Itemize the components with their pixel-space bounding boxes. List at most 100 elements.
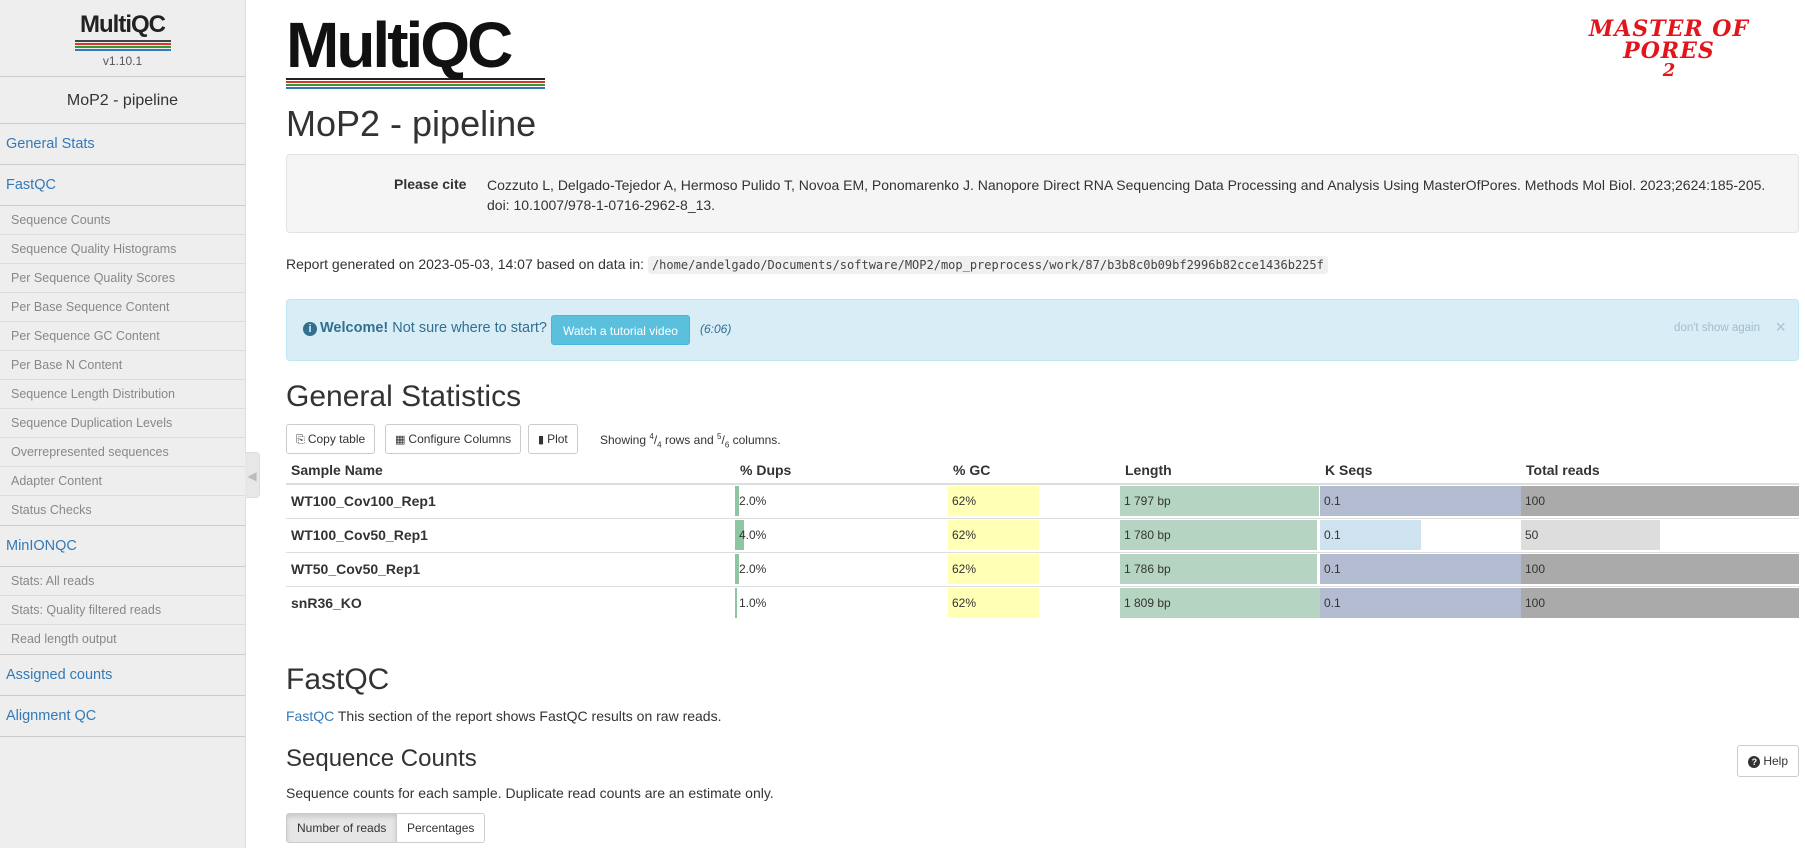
length-value: 1 786 bp [1124, 562, 1171, 576]
dups-value: 2.0% [739, 562, 767, 576]
logo-bars [74, 40, 171, 51]
welcome-text: Not sure where to start? [392, 320, 548, 336]
copy-table-button[interactable]: ⎘ Copy table [286, 424, 376, 454]
length-value: 1 797 bp [1124, 494, 1171, 509]
col-header-kseqs[interactable]: K Seqs [1320, 456, 1521, 485]
table-row: snR36_KO 1.0% 62% 1 809 bp 0.1 100 [286, 585, 1799, 620]
sidebar-logo[interactable]: MultiQC v1.10.1 [0, 0, 245, 77]
header: MultiQC MASTER OF PORES 2 [286, 0, 1799, 100]
gc-value: 62% [952, 528, 977, 542]
citation-text: Cozzuto L, Delgado-Tejedor A, Hermoso Pu… [487, 177, 1766, 213]
col-header-gc[interactable]: % GC [948, 456, 1120, 485]
col-header-length[interactable]: Length [1120, 456, 1320, 485]
percentages-toggle[interactable]: Percentages [396, 813, 486, 843]
sidebar-subitem[interactable]: Sequence Duplication Levels [0, 409, 245, 438]
total-reads-value: 50 [1525, 528, 1539, 542]
info-icon: i [303, 322, 317, 336]
kseqs-value: 0.1 [1324, 494, 1341, 509]
number-of-reads-toggle[interactable]: Number of reads [286, 813, 398, 843]
total-reads-value: 100 [1525, 562, 1546, 576]
tutorial-duration: (6:06) [700, 322, 732, 336]
general-stats-table: Sample Name % Dups % GC Length K Seqs To… [286, 456, 1799, 620]
table-row: WT50_Cov50_Rep1 2.0% 62% 1 786 bp 0.1 100 [286, 551, 1799, 586]
sidebar-subitem[interactable]: Status Checks [0, 496, 245, 525]
sequence-counts-description: Sequence counts for each sample. Duplica… [286, 785, 774, 801]
dups-value: 1.0% [739, 596, 767, 611]
col-header-sample[interactable]: Sample Name [286, 456, 735, 485]
sidebar-item-alignment-qc[interactable]: Alignment QC [0, 696, 245, 737]
table-header-row: Sample Name % Dups % GC Length K Seqs To… [286, 456, 1799, 485]
col-header-dups[interactable]: % Dups [735, 456, 948, 485]
citation-box: Please cite Cozzuto L, Delgado-Tejedor A… [286, 154, 1799, 233]
sidebar-subnav-minionqc: Stats: All reads Stats: Quality filtered… [0, 567, 245, 655]
report-generated-line: Report generated on 2023-05-03, 14:07 ba… [286, 256, 1328, 274]
sidebar-item-minionqc[interactable]: MinIONQC [0, 526, 245, 567]
kseqs-value: 0.1 [1324, 528, 1341, 542]
tutorial-video-button[interactable]: Watch a tutorial video [551, 315, 690, 345]
dont-show-again-link[interactable]: don't show again [1674, 322, 1760, 334]
general-stats-title: General Statistics [286, 380, 522, 413]
multiqc-logo[interactable]: MultiQC [286, 9, 545, 90]
sidebar-subitem[interactable]: Sequence Quality Histograms [0, 235, 245, 264]
sidebar: MultiQC v1.10.1 MoP2 - pipeline General … [0, 0, 246, 848]
sample-name: WT100_Cov50_Rep1 [286, 517, 735, 552]
page-title: MoP2 - pipeline [286, 103, 537, 144]
gc-value: 62% [952, 562, 977, 576]
main-content: MultiQC MASTER OF PORES 2 MoP2 - pipelin… [286, 0, 1799, 848]
sidebar-subitem[interactable]: Stats: Quality filtered reads [0, 596, 245, 625]
bar-chart-icon: ▮ [538, 434, 545, 446]
dups-value: 4.0% [739, 528, 767, 542]
fastqc-section-title: FastQC [286, 663, 390, 696]
dups-value: 2.0% [739, 494, 767, 509]
sidebar-subitem[interactable]: Adapter Content [0, 467, 245, 496]
sidebar-item-assigned-counts[interactable]: Assigned counts [0, 655, 245, 696]
sidebar-subitem[interactable]: Read length output [0, 625, 245, 654]
data-path: /home/andelgado/Documents/software/MOP2/… [647, 256, 1328, 274]
fastqc-description: FastQC This section of the report shows … [286, 708, 722, 724]
total-reads-value: 100 [1525, 494, 1546, 509]
sidebar-collapse-toggle[interactable]: ◀ [245, 452, 260, 498]
sidebar-subitem[interactable]: Overrepresented sequences [0, 438, 245, 467]
configure-columns-button[interactable]: ▦ Configure Columns [385, 424, 522, 454]
gc-value: 62% [952, 596, 977, 611]
version-label: v1.10.1 [102, 54, 143, 68]
col-header-total-reads[interactable]: Total reads [1521, 456, 1799, 485]
sidebar-subitem[interactable]: Per Base N Content [0, 351, 245, 380]
sidebar-nav: General Stats FastQC Sequence Counts Seq… [0, 124, 245, 737]
sidebar-subitem[interactable]: Sequence Counts [0, 206, 245, 235]
multiqc-logo-text: MultiQC [286, 9, 513, 81]
citation-label: Please cite [394, 176, 467, 192]
copy-icon: ⎘ [296, 434, 305, 446]
sidebar-subitem[interactable]: Sequence Length Distribution [0, 380, 245, 409]
total-reads-value: 100 [1525, 596, 1546, 611]
help-button[interactable]: ? Help [1737, 745, 1799, 777]
sidebar-logo-text: MultiQC [80, 11, 166, 38]
sidebar-item-fastqc[interactable]: FastQC [0, 165, 245, 206]
sidebar-subnav-fastqc: Sequence Counts Sequence Quality Histogr… [0, 206, 245, 526]
sidebar-subitem[interactable]: Per Sequence GC Content [0, 322, 245, 351]
table-row: WT100_Cov100_Rep1 2.0% 62% 1 797 bp 0.1 100 [286, 483, 1799, 518]
table-row: WT100_Cov50_Rep1 4.0% 62% 1 780 bp 0.1 50 [286, 517, 1799, 552]
welcome-title: Welcome! [320, 320, 389, 336]
kseqs-value: 0.1 [1324, 596, 1341, 611]
showing-count-text: Showing 4/4 rows and 5/6 columns. [600, 432, 781, 450]
generated-text: Report generated on 2023-05-03, 14:07 ba… [286, 256, 645, 272]
length-value: 1 780 bp [1124, 528, 1171, 542]
sidebar-subitem[interactable]: Stats: All reads [0, 567, 245, 596]
sequence-counts-title: Sequence Counts [286, 745, 477, 772]
grid-icon: ▦ [395, 434, 406, 446]
sidebar-subitem[interactable]: Per Base Sequence Content [0, 293, 245, 322]
sample-name: WT50_Cov50_Rep1 [286, 551, 735, 586]
question-icon: ? [1748, 756, 1761, 768]
fastqc-link[interactable]: FastQC [286, 708, 334, 724]
close-icon[interactable]: × [1775, 317, 1786, 338]
gc-value: 62% [952, 494, 977, 509]
welcome-alert: i Welcome! Not sure where to start? Watc… [286, 299, 1799, 361]
sidebar-item-general-stats[interactable]: General Stats [0, 124, 245, 165]
chevron-left-icon: ◀ [247, 469, 257, 483]
sidebar-report-title: MoP2 - pipeline [0, 77, 245, 124]
plot-button[interactable]: ▮ Plot [528, 424, 578, 454]
sidebar-subitem[interactable]: Per Sequence Quality Scores [0, 264, 245, 293]
master-of-pores-logo: MASTER OF PORES 2 [1588, 16, 1750, 81]
sample-name: snR36_KO [286, 585, 735, 620]
